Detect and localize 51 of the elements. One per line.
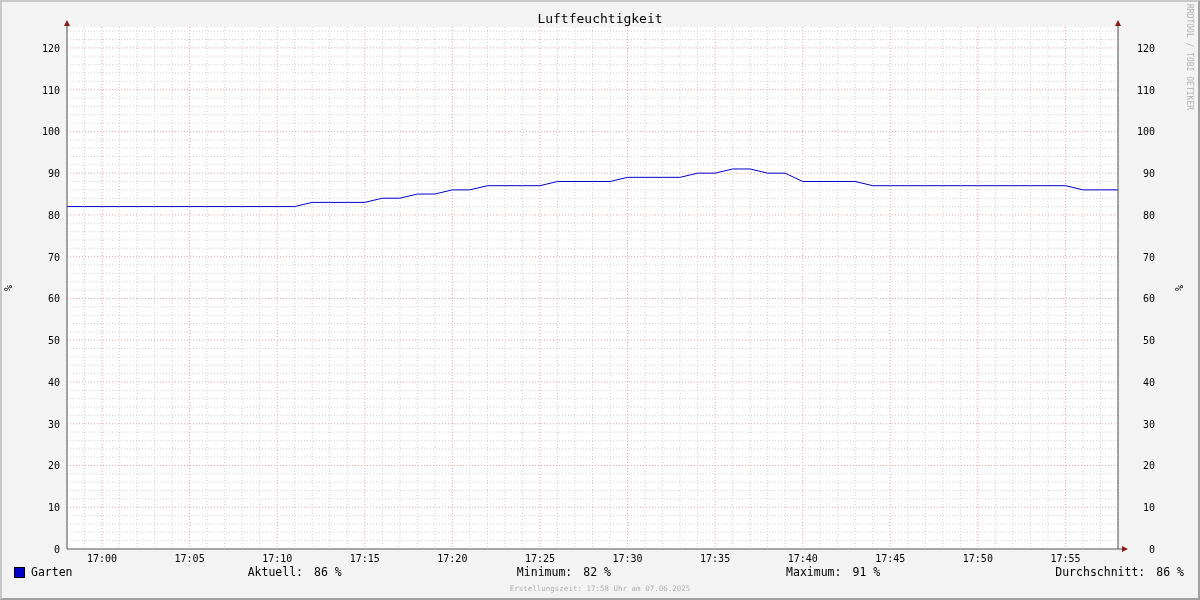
axis-tick-label: 17:20 [437, 553, 468, 562]
axis-tick-label: 20 [1142, 460, 1155, 472]
chart-title: Luftfeuchtigkeit [537, 11, 663, 26]
axis-tick-label: 17:00 [87, 553, 118, 562]
axis-tick-label: 50 [1142, 335, 1155, 347]
stat-value: 86 % [1156, 565, 1184, 579]
watermark-text: RRDTOOL / TOBI OETIKER [1185, 4, 1194, 110]
axis-tick-label: 100 [1136, 126, 1155, 138]
axis-tick-label: 17:50 [962, 553, 993, 562]
axis-tick-label: 17:25 [524, 553, 555, 562]
stat-label: Maximum: [786, 565, 842, 579]
axis-tick-label: 80 [47, 209, 60, 221]
axis-tick-label: 30 [47, 418, 60, 430]
axis-label: % [1174, 285, 1185, 291]
axis-tick-label: 17:35 [700, 553, 731, 562]
axis-tick-label: 17:55 [1050, 553, 1081, 562]
axis-tick-label: 90 [47, 168, 60, 180]
axis-tick-label: 70 [1142, 251, 1155, 263]
axis-tick-label: 10 [1142, 502, 1155, 514]
axis-tick-label: 10 [47, 502, 60, 514]
axis-tick-label: 30 [1142, 418, 1155, 430]
axis-tick-label: 17:10 [262, 553, 293, 562]
axis-tick-label: 40 [1142, 376, 1155, 388]
axis-tick-label: 17:15 [349, 553, 380, 562]
stat-label: Durchschnitt: [1055, 565, 1146, 579]
axis-tick-label: 17:40 [787, 553, 818, 562]
stat-label: Aktuell: [247, 565, 304, 579]
axis-tick-label: 60 [47, 293, 60, 305]
axis-tick-label: 90 [1142, 168, 1155, 180]
axis-tick-label: 20 [47, 460, 60, 472]
axis-tick-label: 0 [53, 544, 60, 555]
legend-label: Garten [31, 565, 73, 579]
axis-tick-label: 17:30 [612, 553, 643, 562]
axis-tick-label: 50 [47, 335, 60, 347]
axis-tick-label: 120 [41, 42, 60, 54]
axis-tick-label: 60 [1142, 293, 1155, 305]
stat-value: 91 % [852, 565, 881, 579]
axis-tick-label: 70 [47, 251, 60, 263]
axis-tick-label: 17:45 [875, 553, 906, 562]
axis-tick-label: 100 [41, 126, 60, 138]
axis-tick-label: 110 [41, 84, 60, 96]
axis-label: % [3, 285, 14, 291]
axis-tick-label: 17:05 [174, 553, 205, 562]
stat-value: 82 % [583, 565, 611, 579]
axis-tick-label: 0 [1148, 544, 1155, 555]
axis-tick-label: 40 [47, 376, 60, 388]
stat-value: 86 % [314, 565, 342, 579]
stat-label: Minimum: [516, 565, 573, 579]
axis-tick-label: 80 [1142, 209, 1155, 221]
axis-tick-label: 120 [1136, 42, 1155, 54]
axis-tick-label: 110 [1136, 84, 1155, 96]
